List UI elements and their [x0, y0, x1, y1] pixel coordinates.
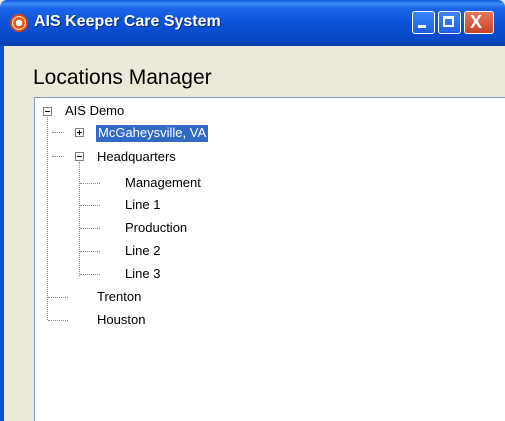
minimize-icon [418, 25, 426, 28]
tree-node-houston[interactable]: Houston [97, 312, 145, 329]
maximize-icon [443, 16, 454, 27]
expand-icon[interactable] [75, 128, 84, 137]
tree-connector-line [80, 251, 100, 252]
tree-connector-line [48, 320, 68, 321]
window-title: AIS Keeper Care System [34, 13, 221, 30]
tree-node-production[interactable]: Production [125, 220, 187, 237]
tree-connector-line [80, 183, 100, 184]
title-bar[interactable]: AIS Keeper Care System X [0, 0, 505, 46]
tree-node-mcgaheysville[interactable]: McGaheysville, VA [96, 125, 209, 142]
tree-connector-line [80, 228, 100, 229]
collapse-icon[interactable] [75, 152, 84, 161]
tree-connector-line [79, 162, 80, 276]
tree-node-ais-demo[interactable]: AIS Demo [65, 103, 124, 120]
app-window: AIS Keeper Care System X Locations Manag… [0, 0, 505, 421]
close-button[interactable]: X [464, 11, 494, 34]
maximize-button[interactable] [438, 11, 461, 34]
window-frame-left [0, 46, 4, 421]
tree-node-trenton[interactable]: Trenton [97, 289, 141, 306]
tree-connector-line [52, 132, 64, 133]
tree-node-line-3[interactable]: Line 3 [125, 266, 160, 283]
tree-node-headquarters[interactable]: Headquarters [97, 149, 176, 166]
tree-connector-line [48, 297, 68, 298]
tree-node-line-2[interactable]: Line 2 [125, 243, 160, 260]
tree-node-line-1[interactable]: Line 1 [125, 197, 160, 214]
page-title: Locations Manager [33, 66, 212, 89]
tree-connector-line [52, 156, 64, 157]
close-icon: X [470, 12, 483, 32]
collapse-icon[interactable] [43, 107, 52, 116]
tree-node-management[interactable]: Management [125, 175, 201, 192]
app-logo-icon[interactable] [10, 14, 28, 32]
tree-connector-line [47, 114, 48, 320]
minimize-button[interactable] [412, 11, 435, 34]
tree-connector-line [80, 274, 100, 275]
locations-tree[interactable]: AIS Demo McGaheysville, VA Headquarters … [34, 97, 505, 421]
tree-connector-line [80, 205, 100, 206]
